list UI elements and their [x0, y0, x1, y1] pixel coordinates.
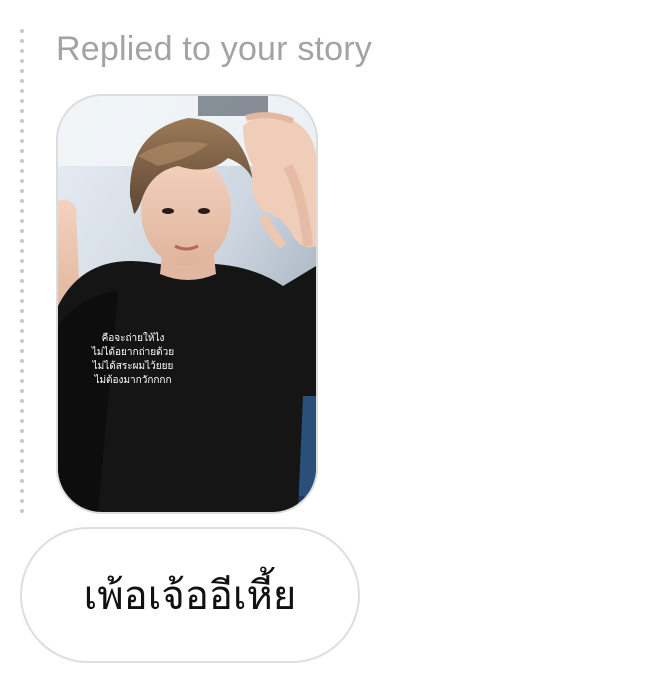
story-caption-line: คือจะถ่ายให้ไง — [101, 333, 165, 344]
message-text: เพ้อเจ้ออีเหี้ย — [83, 573, 297, 619]
story-thumbnail[interactable]: คือจะถ่ายให้ไง ไม่ได้อยากถ่ายด้วย ไม่ได้… — [56, 94, 318, 514]
message-bubble[interactable]: เพ้อเจ้ออีเหี้ย — [20, 527, 360, 663]
story-caption: คือจะถ่ายให้ไง ไม่ได้อยากถ่ายด้วย ไม่ได้… — [58, 332, 208, 388]
reply-thread-line — [20, 26, 24, 514]
story-photo — [58, 96, 316, 512]
story-caption-line: ไม่ได้สระผมไว้ยยย — [92, 361, 174, 372]
story-caption-line: ไม่ต้องมากวักกกก — [94, 375, 172, 386]
story-caption-line: ไม่ได้อยากถ่ายด้วย — [91, 347, 175, 358]
reply-context-label: Replied to your story — [56, 30, 373, 68]
